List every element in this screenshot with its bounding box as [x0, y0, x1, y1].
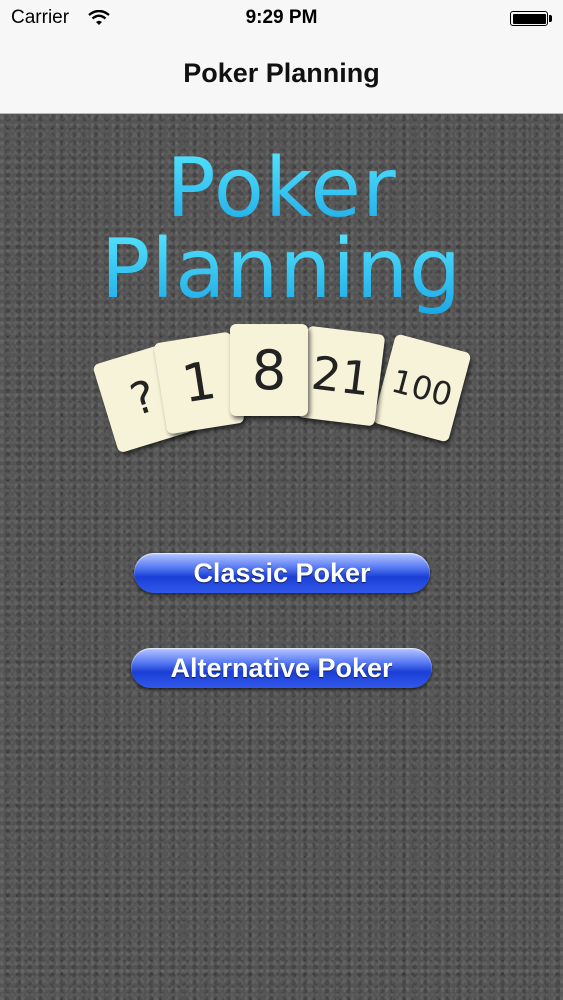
app-screen: Carrier 9:29 PM Poker Planning Poker Pla…	[0, 0, 563, 1000]
logo-title-line2: Planning	[0, 225, 563, 315]
battery-icon	[510, 11, 548, 26]
logo-title-line1: Poker	[0, 144, 563, 234]
battery-level	[512, 13, 546, 24]
alternative-poker-button[interactable]: Alternative Poker	[131, 648, 432, 688]
status-time: 9:29 PM	[245, 7, 318, 28]
nav-title: Poker Planning	[183, 58, 380, 88]
card-21: 21	[296, 325, 386, 427]
top-bar: Carrier 9:29 PM Poker Planning	[0, 0, 563, 114]
classic-poker-button[interactable]: Classic Poker	[134, 553, 430, 593]
card-8: 8	[230, 324, 308, 416]
battery-tip	[549, 15, 552, 22]
